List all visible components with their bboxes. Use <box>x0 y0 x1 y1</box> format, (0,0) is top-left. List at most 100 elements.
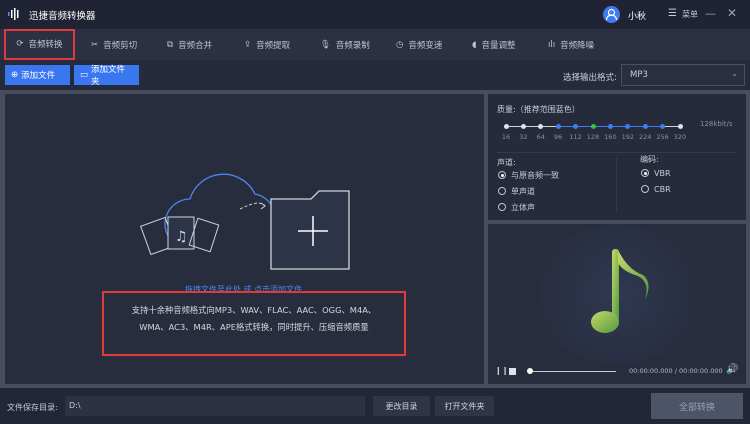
supported-formats-line2: WMA、AC3、M4R、APE格式转换，同时提升、压缩音频质量 <box>139 322 369 332</box>
music-note-icon <box>591 249 649 333</box>
feature-tabs: ⟳ 音频转换 ✂ 音频剪切 ⧉ 音频合并 ⇪ 音频提取 🎙 音频录制 ◷ 音频变速 ◖ 音量调… <box>0 29 750 60</box>
radio-channel-original[interactable]: 与原音频一致 <box>498 167 559 183</box>
radio-label: 单声道 <box>511 186 535 196</box>
supported-formats-box: 支持十余种音频格式向MP3、WAV、FLAC、AAC、OGG、M4A、 WMA、… <box>102 291 406 356</box>
upload-illustration-icon: ♫ <box>140 173 350 270</box>
divider <box>616 158 617 213</box>
speed-icon: ◷ <box>396 39 404 50</box>
quality-readout: 128kbit/s <box>700 120 733 128</box>
radio-icon <box>498 187 506 195</box>
save-dir-input[interactable]: D:\ <box>65 396 365 416</box>
change-dir-button[interactable]: 更改目录 <box>373 396 430 416</box>
slider-tick-dot[interactable] <box>573 124 579 129</box>
slider-tick-label: 128 <box>586 133 600 141</box>
slider-tick-dot[interactable] <box>660 124 666 129</box>
slider-tick-dot[interactable] <box>503 124 509 129</box>
add-folder-button[interactable]: ▭ 添加文件夹 <box>74 65 139 87</box>
app-logo-icon <box>8 8 19 20</box>
channel-radio-group: 与原音频一致 单声道 立体声 <box>498 167 559 215</box>
slider-tick-label: 320 <box>673 133 687 141</box>
tab-label: 音频合并 <box>178 40 213 51</box>
radio-icon <box>641 169 649 177</box>
tab-label: 音频剪切 <box>103 40 138 51</box>
quality-slider[interactable]: 16 32 64 96 112 128 160 192 224 256 320 <box>502 123 686 145</box>
tab-label: 音频降噪 <box>560 40 595 51</box>
radio-label: 与原音频一致 <box>511 170 559 180</box>
tab-audio-record[interactable]: 🎙 音频录制 <box>320 29 370 60</box>
add-folder-label: 添加文件夹 <box>91 65 126 87</box>
tab-label: 音量调整 <box>481 40 516 51</box>
slider-tick-dot[interactable] <box>677 124 683 129</box>
tab-label: 音频变速 <box>408 40 443 51</box>
settings-panel: 质量:（推荐范围蓝色） 16 32 64 96 112 128 160 192 224 256 32… <box>488 94 746 220</box>
tab-audio-extract[interactable]: ⇪ 音频提取 <box>244 29 290 60</box>
time-readout: 00:00:00.000 / 00:00:00.000 <box>629 367 723 375</box>
plus-circle-icon: ⊕ <box>11 70 19 80</box>
extract-icon: ⇪ <box>244 39 252 50</box>
svg-text:♫: ♫ <box>175 229 188 245</box>
tab-label: 音频录制 <box>335 40 370 51</box>
format-select[interactable]: MP3 ⌄ <box>621 64 745 86</box>
quality-label: 质量:（推荐范围蓝色） <box>497 105 580 114</box>
tab-audio-speed[interactable]: ◷ 音频变速 <box>396 29 442 60</box>
slider-tick-label: 96 <box>554 133 563 141</box>
slider-tick-dot[interactable] <box>642 124 648 129</box>
save-dir-label: 文件保存目录: <box>7 403 58 412</box>
mic-icon: 🎙 <box>320 39 331 50</box>
slider-tick-dot[interactable] <box>538 124 544 129</box>
tab-audio-convert[interactable]: ⟳ 音频转换 <box>4 29 75 60</box>
volume-icon[interactable]: 🔊 <box>726 364 738 375</box>
slider-tick-label: 64 <box>536 133 545 141</box>
tab-label: 音频转换 <box>28 39 63 50</box>
tab-audio-merge[interactable]: ⧉ 音频合并 <box>167 29 212 60</box>
radio-channel-mono[interactable]: 单声道 <box>498 183 559 199</box>
radio-vbr[interactable]: VBR <box>641 165 671 181</box>
tab-volume-adjust[interactable]: ◖ 音量调整 <box>472 29 516 60</box>
slider-tick-label: 112 <box>569 133 582 141</box>
menu-icon[interactable]: ☰ <box>668 8 677 19</box>
slider-tick-label: 224 <box>638 133 652 141</box>
drop-zone[interactable]: ♫ 拖拽文件至此处 或 点击添加文件 支持十余种音频格式向MP3、WAV、FLA… <box>5 94 484 384</box>
open-folder-button[interactable]: 打开文件夹 <box>435 396 494 416</box>
add-file-button[interactable]: ⊕ 添加文件 <box>5 65 70 85</box>
avatar[interactable] <box>603 6 620 23</box>
convert-icon: ⟳ <box>16 38 24 49</box>
tab-label: 音频提取 <box>256 40 291 51</box>
save-dir-value: D:\ <box>69 401 81 410</box>
slider-tick-dot[interactable] <box>555 124 561 129</box>
user-name[interactable]: 小秋 <box>628 9 646 22</box>
slider-tick-label: 16 <box>501 133 511 141</box>
minimize-button[interactable]: — <box>705 7 716 20</box>
encoding-label: 编码: <box>640 155 659 164</box>
slider-tick-label: 256 <box>656 133 669 141</box>
slider-tick-dot[interactable] <box>590 124 596 129</box>
radio-cbr[interactable]: CBR <box>641 181 671 197</box>
radio-icon <box>641 185 649 193</box>
scissors-icon: ✂ <box>91 39 99 50</box>
slider-tick-dot[interactable] <box>625 124 631 129</box>
menu-button[interactable]: 菜单 <box>682 9 698 20</box>
slider-tick-dot[interactable] <box>607 124 613 129</box>
slider-tick-label: 192 <box>621 133 634 141</box>
slider-tick-label: 32 <box>519 133 528 141</box>
seek-handle[interactable] <box>527 368 533 374</box>
stop-button[interactable] <box>509 368 516 375</box>
format-value: MP3 <box>630 70 648 80</box>
radio-label: CBR <box>654 184 671 194</box>
radio-channel-stereo[interactable]: 立体声 <box>498 199 559 215</box>
tab-audio-cut[interactable]: ✂ 音频剪切 <box>91 29 137 60</box>
radio-icon <box>498 203 506 211</box>
pause-button[interactable]: ❙❙ <box>495 366 508 375</box>
close-button[interactable]: ✕ <box>727 6 737 20</box>
encoding-radio-group: VBR CBR <box>641 165 671 197</box>
format-label: 选择输出格式: <box>563 73 617 83</box>
add-file-label: 添加文件 <box>21 71 56 81</box>
denoise-icon: ılı <box>548 39 556 50</box>
slider-tick-dot[interactable] <box>520 124 526 129</box>
folder-icon: ▭ <box>80 70 89 80</box>
divider <box>497 152 737 153</box>
seek-slider[interactable] <box>527 368 616 374</box>
tab-audio-denoise[interactable]: ılı 音频降噪 <box>548 29 594 60</box>
title-bar: 迅捷音频转换器 小秋 ☰ 菜单 — ✕ <box>0 0 750 29</box>
convert-all-button[interactable]: 全部转换 <box>651 393 743 419</box>
